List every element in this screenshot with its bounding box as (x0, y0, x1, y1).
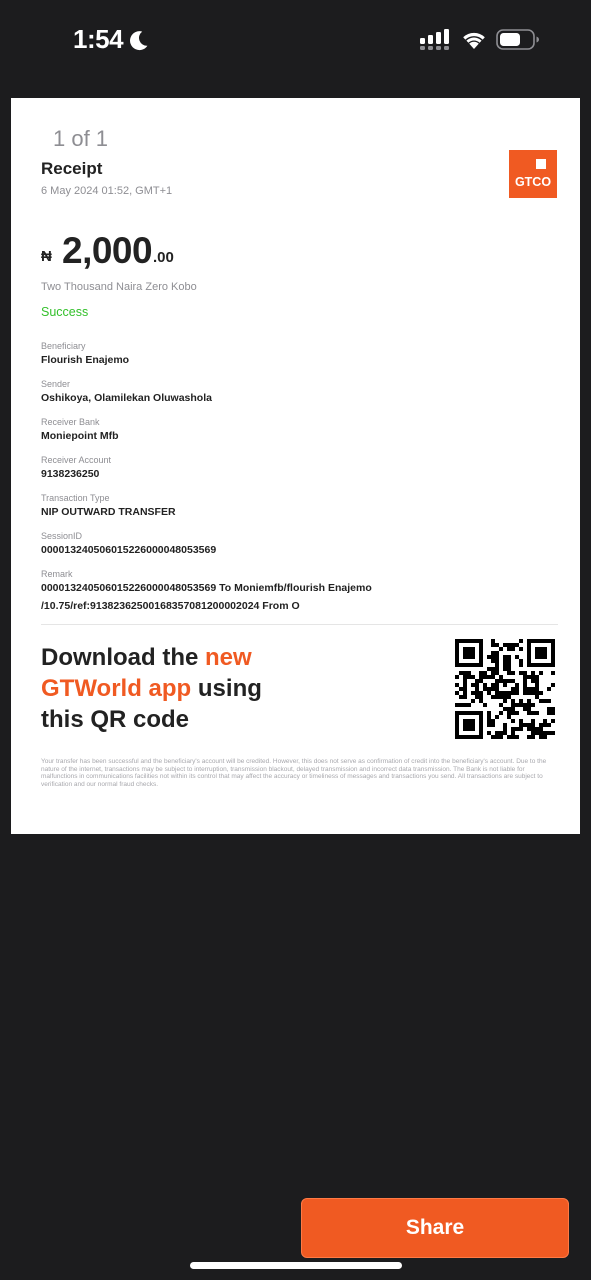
receiver-account-field: Receiver Account 9138236250 (41, 454, 111, 482)
receiver-bank-field: Receiver Bank Moniepoint Mfb (41, 416, 119, 444)
promo-accent-new: new (205, 644, 252, 671)
amount-whole: 2,000 (62, 230, 153, 271)
receipt-card: 1 of 1 Receipt 6 May 2024 01:52, GMT+1 G… (11, 98, 580, 834)
beneficiary-value: Flourish Enajemo (41, 354, 130, 366)
promo-text-3: this QR code (41, 706, 190, 733)
session-id-field: SessionID 000013240506015226000048053569 (41, 530, 216, 558)
remark-label: Remark (41, 569, 73, 579)
status-text: Success (41, 305, 89, 319)
moon-icon (130, 31, 148, 51)
promo-accent-app: GTWorld app (41, 675, 192, 702)
remark-value-line1: 000013240506015226000048053569 To Moniem… (41, 582, 372, 594)
promo-text-2: using (191, 675, 262, 702)
promo-text-1: Download the (41, 644, 205, 671)
page-indicator: 1 of 1 (53, 126, 109, 151)
sender-value: Oshikoya, Olamilekan Oluwashola (41, 392, 212, 404)
receiver-bank-label: Receiver Bank (41, 417, 100, 427)
battery-icon (496, 29, 539, 50)
share-button[interactable]: Share (301, 1198, 569, 1258)
status-bar: 1:54 (0, 0, 591, 80)
receipt-date: 6 May 2024 01:52, GMT+1 (41, 185, 173, 197)
divider (41, 624, 558, 625)
logo-text: GTCO (514, 175, 552, 189)
wifi-icon (463, 32, 485, 49)
receipt-title: Receipt (41, 159, 103, 178)
status-time: 1:54 (73, 24, 124, 54)
currency-symbol: ₦ (41, 248, 52, 265)
transaction-type-label: Transaction Type (41, 493, 110, 503)
transaction-type-field: Transaction Type NIP OUTWARD TRANSFER (41, 492, 176, 520)
amount-decimal: .00 (153, 249, 174, 266)
logo-square-icon (536, 159, 546, 169)
disclaimer-text: Your transfer has been successful and th… (41, 758, 547, 788)
remark-field: Remark 000013240506015226000048053569 To… (41, 568, 372, 614)
transaction-type-value: NIP OUTWARD TRANSFER (41, 506, 176, 518)
home-indicator (190, 1262, 402, 1269)
sender-label: Sender (41, 379, 71, 389)
app-download-promo: Download the new GTWorld app using this … (41, 642, 262, 735)
beneficiary-label: Beneficiary (41, 341, 86, 351)
remark-value-line2: /10.75/ref:91382362500168357081200002024… (41, 600, 300, 612)
receiver-account-label: Receiver Account (41, 455, 112, 465)
qr-code (455, 639, 555, 739)
beneficiary-field: Beneficiary Flourish Enajemo (41, 340, 129, 368)
signal-icon (420, 29, 449, 50)
sender-field: Sender Oshikoya, Olamilekan Oluwashola (41, 378, 212, 406)
amount-in-words: Two Thousand Naira Zero Kobo (41, 281, 197, 293)
receiver-account-value: 9138236250 (41, 468, 100, 480)
session-id-value: 000013240506015226000048053569 (41, 544, 217, 556)
gtco-logo: GTCO (509, 150, 557, 198)
receiver-bank-value: Moniepoint Mfb (41, 430, 119, 442)
session-id-label: SessionID (41, 531, 83, 541)
